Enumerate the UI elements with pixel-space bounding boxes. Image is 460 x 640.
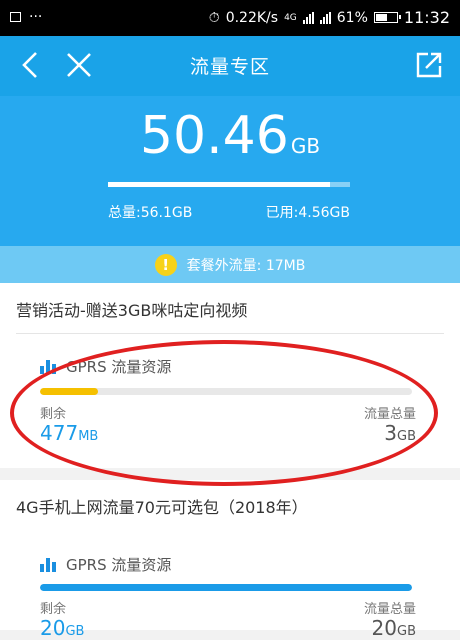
remaining-unit: GB — [290, 134, 321, 158]
resource-label: GPRS 流量资源 — [40, 356, 171, 377]
more-notifications-icon: ··· — [29, 9, 43, 25]
total-amount-unit: GB — [397, 429, 416, 444]
package-progress-fill — [40, 584, 412, 591]
package-card[interactable]: 营销活动-赠送3GB咪咕定向视频 GPRS 流量资源 剩余 流量总量 477MB… — [0, 283, 460, 468]
extra-usage-text: 套餐外流量: 17MB — [186, 257, 306, 274]
package-title: 4G手机上网流量70元可选包（2018年） — [16, 498, 308, 517]
package-progress — [40, 388, 412, 395]
remaining-data: 50.46 GB — [0, 106, 460, 166]
app-header: 流量专区 — [0, 36, 460, 96]
remaining-value: 50.46 — [139, 106, 289, 166]
used-data: 已用:4.56GB — [265, 205, 350, 221]
total-amount: 3GB — [384, 421, 416, 445]
share-icon — [416, 52, 442, 78]
total-label: 流量总量 — [363, 407, 416, 422]
alarm-icon: ⏱ — [208, 9, 220, 26]
warning-icon: ! — [154, 253, 177, 276]
bar-chart-icon — [40, 557, 56, 572]
divider — [16, 333, 444, 334]
package-card[interactable]: 4G手机上网流量70元可选包（2018年） GPRS 流量资源 剩余 流量总量 … — [0, 480, 460, 640]
data-summary: 50.46 GB 总量:56.1GB 已用:4.56GB — [0, 96, 460, 246]
total-amount: 20GB — [372, 616, 416, 640]
signal-icon — [302, 11, 314, 24]
usage-bar-fill — [108, 182, 331, 187]
status-bar: ··· ⏱ 0.22K/s 4G 61% 11:32 — [0, 0, 460, 36]
extra-usage-strip: ! 套餐外流量: 17MB — [0, 246, 460, 283]
image-notification-icon — [10, 12, 21, 22]
remaining-amount-unit: GB — [65, 624, 85, 639]
page-title: 流量专区 — [189, 56, 270, 78]
resource-label: GPRS 流量资源 — [40, 554, 171, 575]
total-data: 总量:56.1GB — [108, 205, 193, 221]
bar-chart-icon — [40, 359, 56, 374]
remaining-amount-value: 20 — [40, 616, 66, 640]
total-amount-value: 3 — [384, 421, 397, 445]
network-speed: 0.22K/s — [225, 9, 279, 26]
network-type: 4G — [284, 12, 297, 23]
clock: 11:32 — [403, 8, 450, 27]
battery-icon — [373, 12, 401, 23]
resource-label-text: GPRS 流量资源 — [66, 556, 172, 574]
signal-2-icon — [319, 11, 331, 24]
package-progress-fill — [40, 388, 98, 395]
package-progress — [40, 584, 412, 591]
battery-percent: 61% — [336, 9, 368, 26]
remaining-label: 剩余 — [40, 407, 67, 422]
remaining-amount-value: 477 — [40, 421, 79, 445]
total-amount-unit: GB — [397, 624, 416, 639]
total-label: 流量总量 — [363, 602, 416, 617]
usage-bar — [108, 182, 350, 187]
remaining-amount-unit: MB — [78, 429, 99, 444]
remaining-amount: 477MB — [40, 421, 98, 445]
remaining-label: 剩余 — [40, 602, 67, 617]
package-title: 营销活动-赠送3GB咪咕定向视频 — [16, 301, 248, 320]
remaining-amount: 20GB — [40, 616, 84, 640]
resource-label-text: GPRS 流量资源 — [66, 358, 172, 376]
share-button[interactable] — [412, 48, 446, 82]
total-amount-value: 20 — [371, 616, 397, 640]
